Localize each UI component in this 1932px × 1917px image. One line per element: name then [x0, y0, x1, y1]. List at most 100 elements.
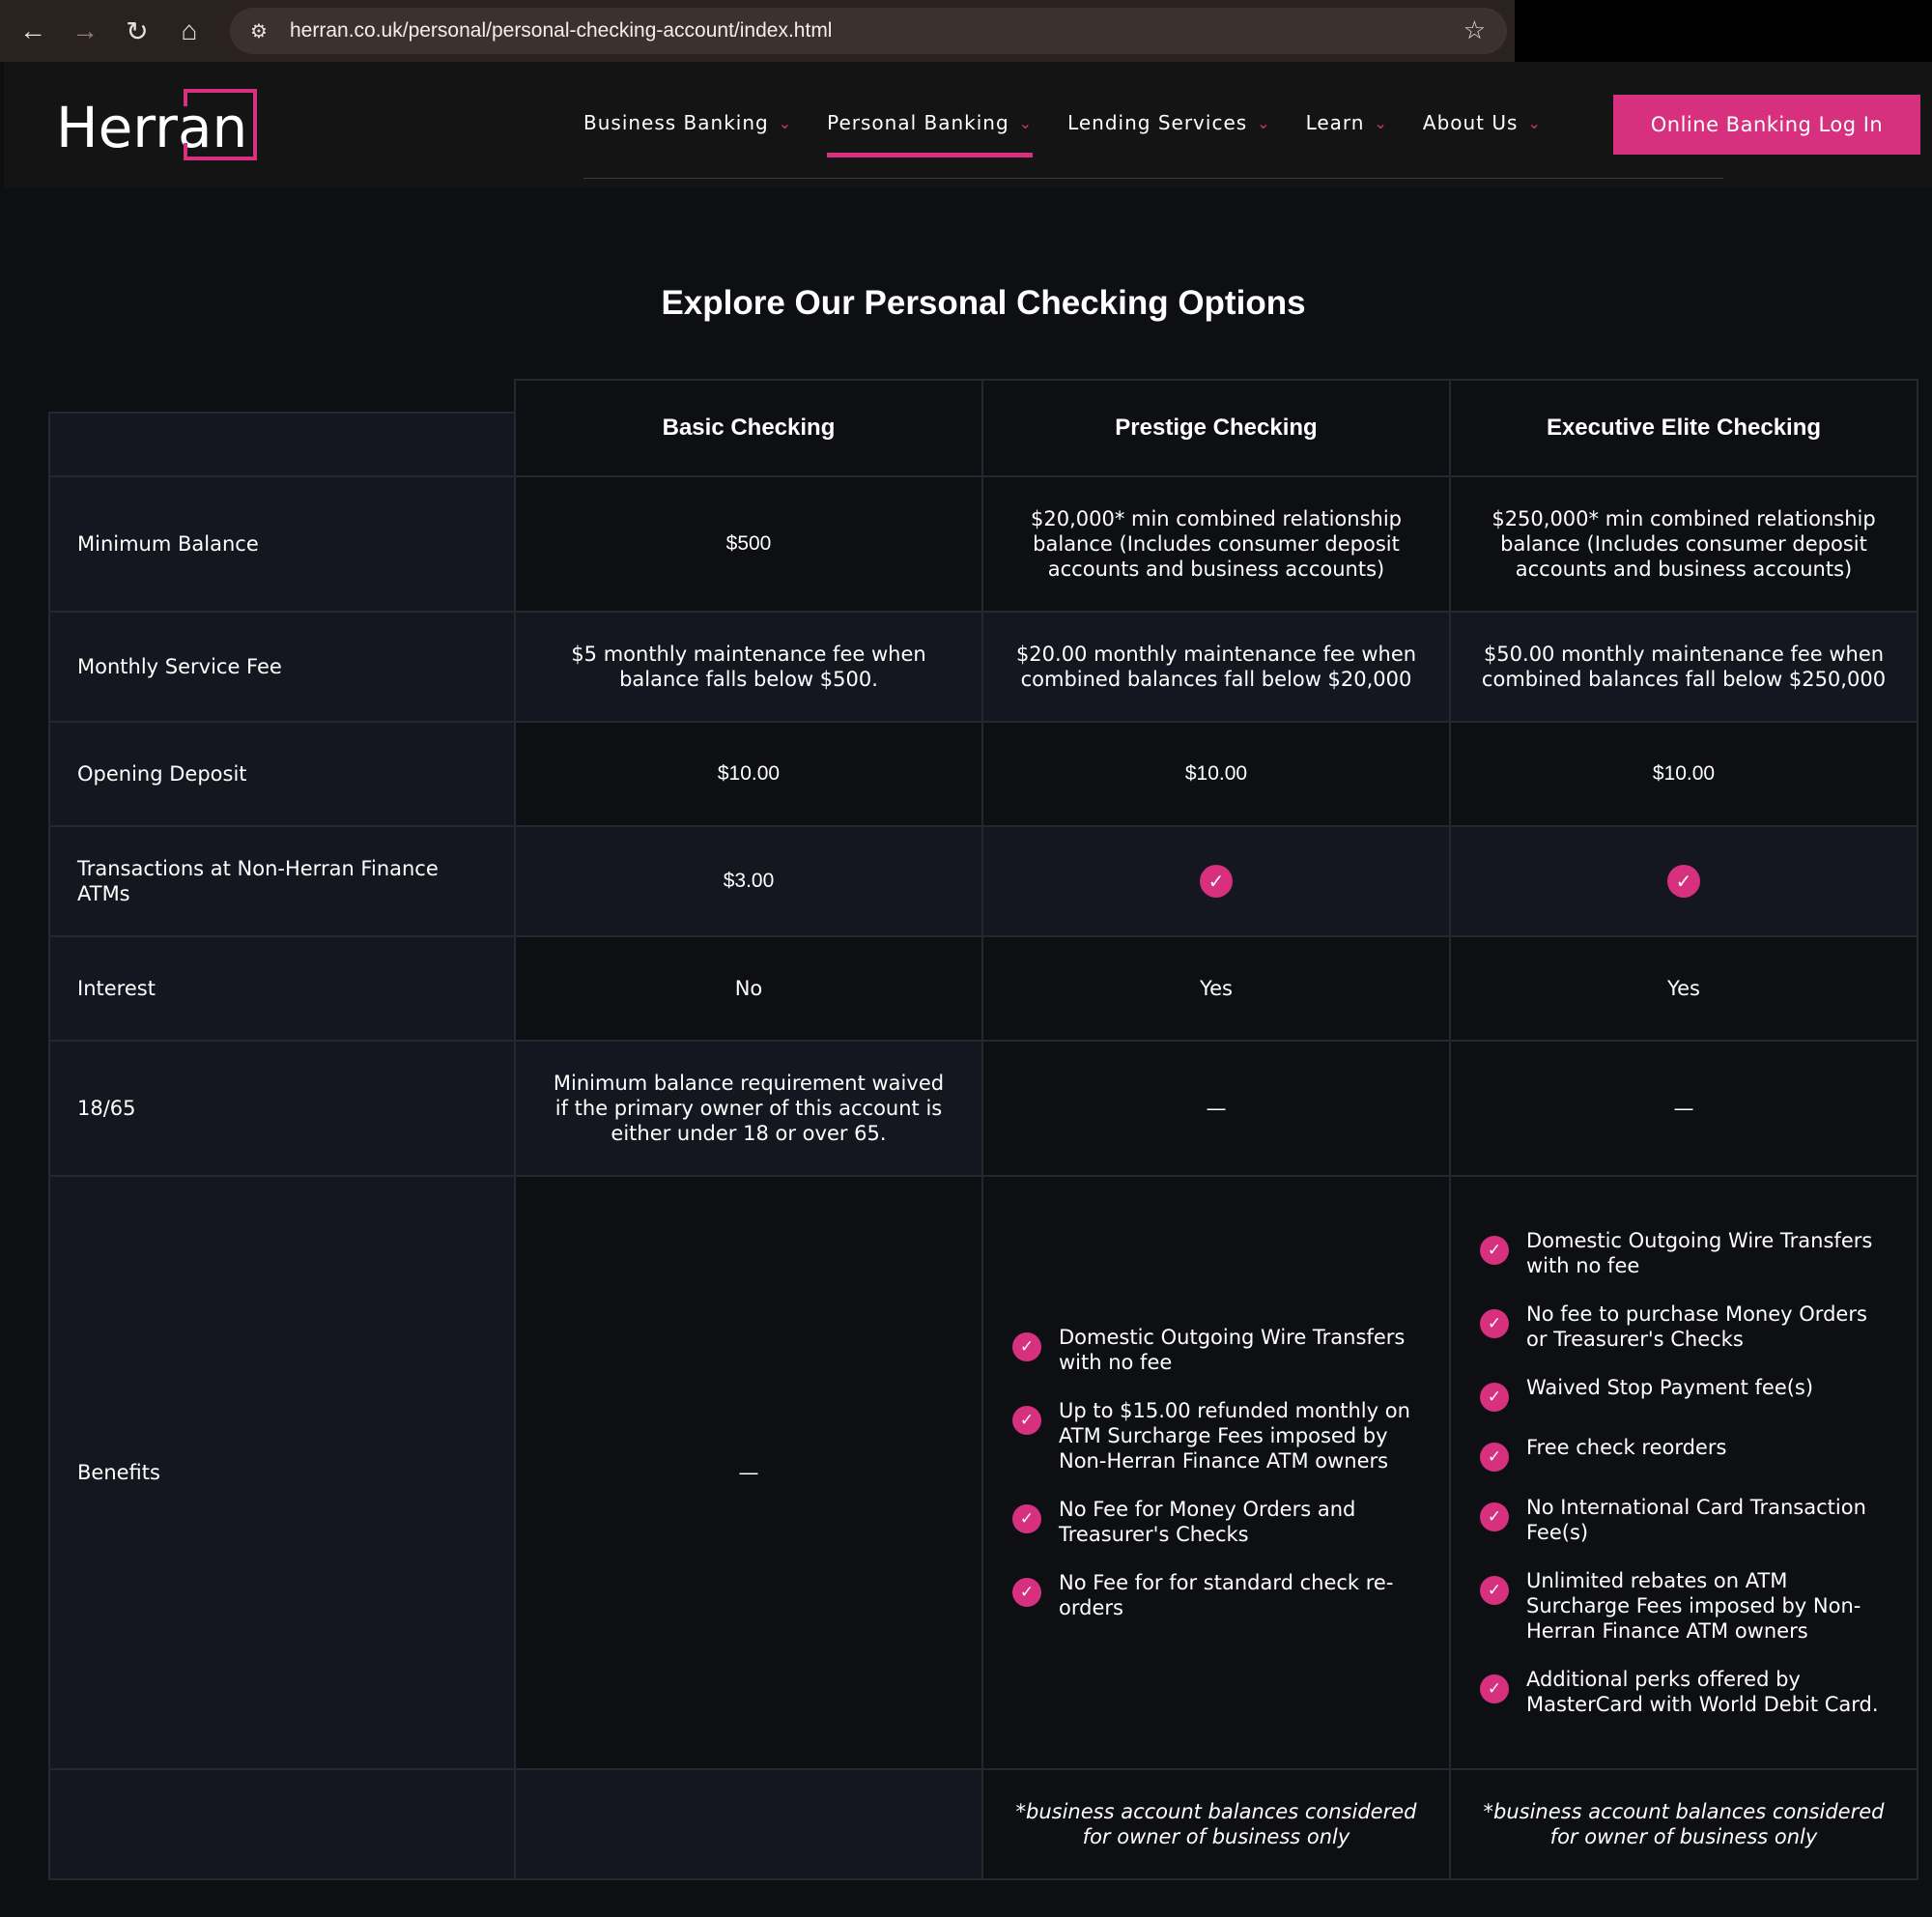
check-icon: ✓ — [1480, 1576, 1509, 1605]
benefit-text: Domestic Outgoing Wire Transfers with no… — [1526, 1229, 1873, 1277]
column-header-basic: Basic Checking — [514, 379, 983, 477]
cell-prestige-monthly-fee: $20.00 monthly maintenance fee when comb… — [981, 611, 1451, 723]
check-icon: ✓ — [1012, 1406, 1041, 1435]
toolbar-blank-area — [1515, 0, 1932, 62]
footnote-basic-cell — [514, 1768, 983, 1880]
page-title: Explore Our Personal Checking Options — [661, 284, 1306, 322]
benefit-text: No Fee for for standard check re-orders — [1059, 1571, 1394, 1619]
benefit-text: No Fee for Money Orders and Treasurer's … — [1059, 1498, 1356, 1546]
site-settings-icon[interactable]: ⚙ — [236, 19, 282, 43]
check-icon: ✓ — [1012, 1504, 1041, 1533]
cell-prestige-interest: Yes — [981, 935, 1451, 1042]
nav-label: Business Banking — [583, 111, 769, 134]
forward-icon[interactable]: → — [66, 12, 104, 50]
list-item: ✓ Additional perks offered by MasterCard … — [1480, 1667, 1893, 1717]
list-item: ✓ Waived Stop Payment fee(s) — [1480, 1375, 1813, 1412]
url-text[interactable]: herran.co.uk/personal/personal-checking-… — [290, 19, 832, 43]
footnote-elite: *business account balances considered fo… — [1449, 1768, 1918, 1880]
row-label-atm-transactions: Transactions at Non-Herran Finance ATMs — [48, 825, 516, 937]
list-item: ✓ Up to $15.00 refunded monthly on ATM Su… — [1012, 1398, 1426, 1474]
cell-basic-minimum-balance: $500 — [514, 475, 983, 613]
cell-prestige-minimum-balance: $20,000* min combined relationship balan… — [981, 475, 1451, 613]
cell-basic-monthly-fee: $5 monthly maintenance fee when balance … — [514, 611, 983, 723]
benefit-text: Domestic Outgoing Wire Transfers with no… — [1059, 1326, 1406, 1374]
list-item: ✓ No fee to purchase Money Orders or Trea… — [1480, 1302, 1893, 1352]
cell-basic-opening-deposit: $10.00 — [514, 721, 983, 827]
logo-frame — [185, 89, 257, 160]
row-label-opening-deposit: Opening Deposit — [48, 721, 516, 827]
nav-personal-banking[interactable]: Personal Banking ⌄ — [827, 62, 1034, 184]
cell-elite-18-65: — — [1449, 1040, 1918, 1177]
check-icon: ✓ — [1667, 865, 1700, 898]
elite-benefits-list: ✓ Domestic Outgoing Wire Transfers with n… — [1480, 1216, 1893, 1729]
logo-frame-top — [185, 89, 257, 93]
chevron-down-icon: ⌄ — [778, 113, 793, 132]
cell-elite-interest: Yes — [1449, 935, 1918, 1042]
prestige-benefits-list: ✓ Domestic Outgoing Wire Transfers with n… — [1012, 1313, 1426, 1632]
list-item: ✓ Unlimited rebates on ATM Surcharge Fees… — [1480, 1568, 1893, 1644]
list-item: ✓ No International Card Transaction Fee(s… — [1480, 1495, 1893, 1545]
check-icon: ✓ — [1012, 1578, 1041, 1607]
main-nav: Business Banking ⌄ Personal Banking ⌄ Le… — [583, 62, 1577, 184]
nav-learn[interactable]: Learn ⌄ — [1306, 62, 1388, 184]
check-icon: ✓ — [1480, 1309, 1509, 1338]
list-item: ✓ Domestic Outgoing Wire Transfers with n… — [1012, 1325, 1426, 1375]
cell-elite-opening-deposit: $10.00 — [1449, 721, 1918, 827]
row-label-minimum-balance: Minimum Balance — [48, 475, 516, 613]
site-header: Herran Business Banking ⌄ Personal Banki… — [4, 62, 1932, 187]
nav-label: About Us — [1422, 111, 1519, 134]
cell-prestige-benefits: ✓ Domestic Outgoing Wire Transfers with n… — [981, 1175, 1451, 1770]
benefit-text: Additional perks offered by MasterCard w… — [1526, 1668, 1879, 1716]
logo-frame-left-top — [184, 89, 187, 106]
chevron-down-icon: ⌄ — [1527, 113, 1542, 132]
benefit-text: Waived Stop Payment fee(s) — [1526, 1376, 1814, 1399]
herran-logo[interactable]: Herran — [54, 89, 257, 164]
benefit-text: Unlimited rebates on ATM Surcharge Fees … — [1526, 1569, 1861, 1643]
benefit-text: No International Card Transaction Fee(s) — [1526, 1496, 1866, 1544]
check-icon: ✓ — [1012, 1332, 1041, 1361]
nav-about-us[interactable]: About Us ⌄ — [1423, 62, 1542, 184]
check-icon: ✓ — [1480, 1502, 1509, 1531]
column-header-elite: Executive Elite Checking — [1449, 379, 1918, 477]
list-item: ✓ No Fee for for standard check re-orders — [1012, 1570, 1426, 1620]
bookmark-star-icon[interactable]: ☆ — [1463, 15, 1486, 45]
cell-elite-minimum-balance: $250,000* min combined relationship bala… — [1449, 475, 1918, 613]
row-label-benefits: Benefits — [48, 1175, 516, 1770]
list-item: ✓ No Fee for Money Orders and Treasurer's… — [1012, 1497, 1426, 1547]
nav-divider — [583, 178, 1723, 179]
cell-basic-interest: No — [514, 935, 983, 1042]
nav-label: Personal Banking — [827, 111, 1009, 134]
footnote-label-cell — [48, 1768, 516, 1880]
check-icon: ✓ — [1480, 1443, 1509, 1472]
check-icon: ✓ — [1480, 1383, 1509, 1412]
cell-elite-benefits: ✓ Domestic Outgoing Wire Transfers with n… — [1449, 1175, 1918, 1770]
nav-business-banking[interactable]: Business Banking ⌄ — [583, 62, 792, 184]
cell-prestige-18-65: — — [981, 1040, 1451, 1177]
row-label-interest: Interest — [48, 935, 516, 1042]
row-label-18-65: 18/65 — [48, 1040, 516, 1177]
logo-frame-left-bottom — [184, 143, 187, 160]
cell-basic-atm-transactions: $3.00 — [514, 825, 983, 937]
check-icon: ✓ — [1200, 865, 1233, 898]
cell-prestige-atm-transactions: ✓ — [981, 825, 1451, 937]
address-bar[interactable]: ⚙ herran.co.uk/personal/personal-checkin… — [230, 8, 1507, 54]
cell-basic-benefits: — — [514, 1175, 983, 1770]
chevron-down-icon: ⌄ — [1257, 113, 1271, 132]
check-icon: ✓ — [1480, 1674, 1509, 1703]
nav-label: Lending Services — [1067, 111, 1248, 134]
reload-icon[interactable]: ↻ — [118, 12, 156, 50]
nav-label: Learn — [1305, 111, 1365, 134]
check-icon: ✓ — [1480, 1236, 1509, 1265]
cell-elite-monthly-fee: $50.00 monthly maintenance fee when comb… — [1449, 611, 1918, 723]
footnote-prestige: *business account balances considered fo… — [981, 1768, 1451, 1880]
chevron-down-icon: ⌄ — [1018, 113, 1034, 132]
browser-toolbar: ← → ↻ ⌂ ⚙ herran.co.uk/personal/personal… — [0, 0, 1932, 62]
online-banking-login-button[interactable]: Online Banking Log In — [1613, 95, 1920, 155]
row-label-monthly-service-fee: Monthly Service Fee — [48, 611, 516, 723]
benefit-text: Free check reorders — [1526, 1436, 1727, 1459]
back-icon[interactable]: ← — [14, 12, 52, 50]
chevron-down-icon: ⌄ — [1374, 113, 1388, 132]
cell-elite-atm-transactions: ✓ — [1449, 825, 1918, 937]
home-icon[interactable]: ⌂ — [170, 12, 209, 50]
nav-lending-services[interactable]: Lending Services ⌄ — [1067, 62, 1271, 184]
